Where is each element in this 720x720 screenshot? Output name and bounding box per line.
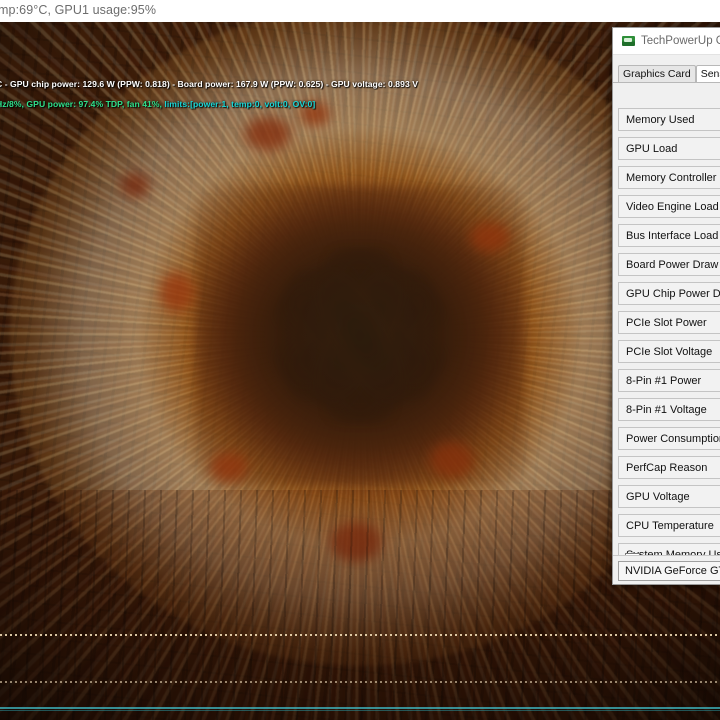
sensor-row[interactable]: PCIe Slot Voltage	[618, 340, 720, 363]
sensor-row[interactable]: PerfCap Reason	[618, 456, 720, 479]
sensor-row[interactable]: GPU Voltage	[618, 485, 720, 508]
osd-gpu-power-text: Hz/8%, GPU power: 97.4% TDP, fan 41%,	[0, 99, 165, 109]
gpuz-sensor-list: Memory Used GPU Load Memory Controller L…	[618, 108, 720, 572]
baseline-axis-line-2	[0, 710, 720, 711]
device-select[interactable]: NVIDIA GeForce GT.	[618, 561, 720, 581]
sensor-label: CPU Temperature	[626, 519, 714, 532]
sensor-row[interactable]: PCIe Slot Power	[618, 311, 720, 334]
sensor-row[interactable]: GPU Load	[618, 137, 720, 160]
sensor-row[interactable]: Video Engine Load	[618, 195, 720, 218]
gpu-status-text: mp:69°C, GPU1 usage:95%	[0, 3, 157, 17]
gpuz-tab-bar[interactable]: Graphics Card Sens	[613, 62, 720, 83]
tab-graphics-card[interactable]: Graphics Card	[618, 65, 696, 82]
sensor-label: Board Power Draw	[626, 258, 719, 271]
sensor-row[interactable]: Power Consumption	[618, 427, 720, 450]
sensor-label: Memory Controller L	[626, 171, 720, 184]
gpuz-window[interactable]: TechPowerUp G Graphics Card Sens Memory …	[612, 27, 720, 585]
sensor-row[interactable]: 8-Pin #1 Voltage	[618, 398, 720, 421]
sensor-label: GPU Load	[626, 142, 678, 155]
sensor-row[interactable]: CPU Temperature	[618, 514, 720, 537]
sensor-label: 8-Pin #1 Power	[626, 374, 702, 387]
sensor-label: GPU Chip Power Dr	[626, 287, 720, 300]
gpuz-titlebar[interactable]: TechPowerUp G	[613, 28, 720, 55]
gpuz-window-title: TechPowerUp G	[641, 35, 720, 47]
tab-sensors[interactable]: Sens	[695, 65, 720, 82]
osd-limits-text: limits:[power:1, temp:0, volt:0, OV:0]	[164, 99, 316, 109]
sensor-label: Memory Used	[626, 113, 695, 126]
sensor-label: PerfCap Reason	[626, 461, 708, 474]
osd-power-line: C - GPU chip power: 129.6 W (PPW: 0.818)…	[0, 79, 419, 89]
gpuz-footer: NVIDIA GeForce GT.	[613, 555, 720, 584]
osd-limits-line: Hz/8%, GPU power: 97.4% TDP, fan 41%, li…	[0, 99, 315, 109]
graphics-card-icon	[622, 36, 635, 46]
sensor-row[interactable]: GPU Chip Power Dr	[618, 282, 720, 305]
sensor-label: Video Engine Load	[626, 200, 719, 213]
sensor-row[interactable]: Board Power Draw	[618, 253, 720, 276]
sensor-label: Bus Interface Load	[626, 229, 719, 242]
sensor-row[interactable]: Memory Controller L	[618, 166, 720, 189]
sensor-row[interactable]: Memory Used	[618, 108, 720, 131]
top-status-strip: mp:69°C, GPU1 usage:95%	[0, 0, 720, 22]
sensor-label: 8-Pin #1 Voltage	[626, 403, 707, 416]
baseline-axis-line	[0, 707, 720, 709]
sensor-label: PCIe Slot Voltage	[626, 345, 713, 358]
screen: C - GPU chip power: 129.6 W (PPW: 0.818)…	[0, 0, 720, 720]
usage-graph-line	[0, 681, 720, 683]
sensor-label: GPU Voltage	[626, 490, 690, 503]
sensor-row[interactable]: Bus Interface Load	[618, 224, 720, 247]
frametime-graph-line	[0, 634, 720, 636]
sensor-row[interactable]: 8-Pin #1 Power	[618, 369, 720, 392]
sensor-label: PCIe Slot Power	[626, 316, 707, 329]
sensor-label: Power Consumption	[626, 432, 720, 445]
